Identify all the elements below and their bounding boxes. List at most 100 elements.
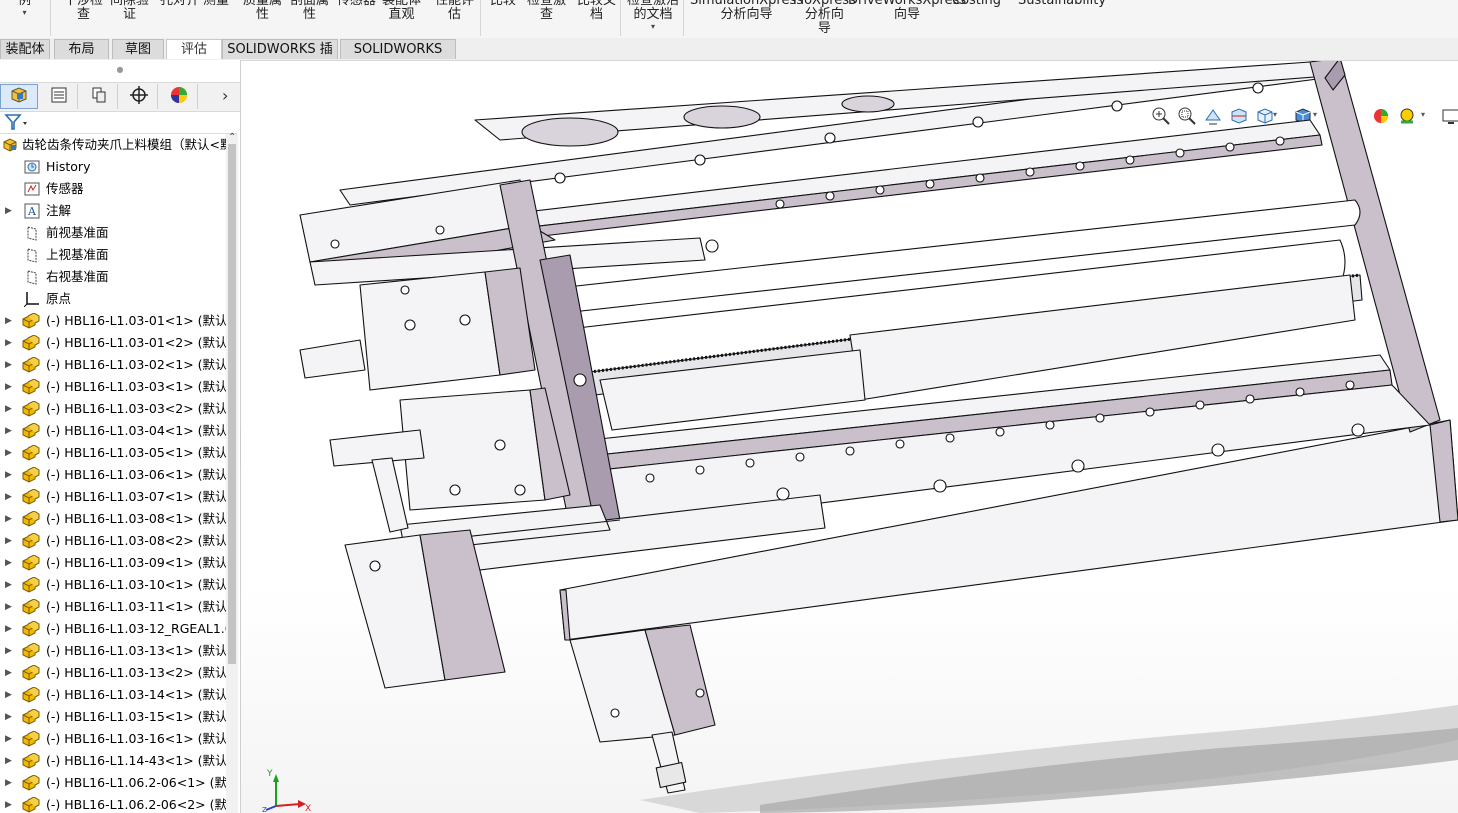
- expand-icon[interactable]: ▶: [5, 728, 12, 750]
- ribbon-button[interactable]: 传感器: [337, 0, 376, 8]
- part-icon: [22, 378, 40, 395]
- tree-item[interactable]: 右视基准面: [0, 266, 226, 288]
- tree-part-item[interactable]: ▶ (-) HBL16-L1.03-15<1> (默认<<: [0, 706, 226, 728]
- tree-part-item[interactable]: ▶ (-) HBL16-L1.03-06<1> (默认<<: [0, 464, 226, 486]
- tree-part-item[interactable]: ▶ (-) HBL16-L1.03-12_RGEAL1.0N: [0, 618, 226, 640]
- expand-icon[interactable]: ▶: [5, 618, 12, 640]
- tab-1[interactable]: 布局: [54, 39, 109, 59]
- dropdown-arrow-icon[interactable]: ▾: [18, 8, 31, 18]
- tree-item[interactable]: History: [0, 156, 226, 178]
- expand-icon[interactable]: ▶: [5, 794, 12, 813]
- tree-part-item[interactable]: ▶ (-) HBL16-L1.03-14<1> (默认<<: [0, 684, 226, 706]
- ribbon-button[interactable]: Costing: [952, 0, 1001, 8]
- scroll-up-icon[interactable]: ⌃: [228, 132, 236, 143]
- filter-icon[interactable]: [2, 111, 30, 133]
- expand-icon[interactable]: ▶: [5, 640, 12, 662]
- tree-item[interactable]: 前视基准面: [0, 222, 226, 244]
- ribbon-button[interactable]: 孔对齐: [160, 0, 199, 8]
- tree-part-item[interactable]: ▶ (-) HBL16-L1.03-10<1> (默认<<: [0, 574, 226, 596]
- tree-item[interactable]: 传感器: [0, 178, 226, 200]
- tree-part-item[interactable]: ▶ (-) HBL16-L1.03-08<1> (默认<<: [0, 508, 226, 530]
- expand-icon[interactable]: ▶: [5, 486, 12, 508]
- ribbon-button[interactable]: DriveWorksXpress 向导: [848, 0, 966, 22]
- tab-3[interactable]: 评估: [166, 39, 222, 59]
- tree-part-item[interactable]: ▶ (-) HBL16-L1.03-13<2> (默认<<: [0, 662, 226, 684]
- expand-icon[interactable]: ▶: [5, 354, 12, 376]
- ribbon-button[interactable]: 检查激活 的文档 ▾: [627, 0, 679, 32]
- expand-icon[interactable]: ▶: [5, 376, 12, 398]
- expand-icon[interactable]: ▶: [5, 508, 12, 530]
- ribbon-button[interactable]: SimulationXpress 分析向导: [690, 0, 803, 22]
- tree-part-item[interactable]: ▶ (-) HBL16-L1.03-09<1> (默认<<: [0, 552, 226, 574]
- expand-icon[interactable]: ▶: [5, 200, 12, 222]
- tab-5[interactable]: SOLIDWORKS MBD: [340, 39, 456, 77]
- part-icon: [22, 774, 40, 791]
- tree-part-item[interactable]: ▶ (-) HBL16-L1.14-43<1> (默认<<: [0, 750, 226, 772]
- panel-tab-2[interactable]: [80, 84, 118, 109]
- tree-part-item[interactable]: ▶ (-) HBL16-L1.03-16<1> (默认<<: [0, 728, 226, 750]
- tree-part-item[interactable]: ▶ (-) HBL16-L1.06.2-06<2> (默认<: [0, 794, 226, 813]
- expand-icon[interactable]: ▶: [5, 442, 12, 464]
- tree-part-item[interactable]: ▶ (-) HBL16-L1.03-08<2> (默认<<: [0, 530, 226, 552]
- panel-more-icon[interactable]: ›: [222, 86, 228, 105]
- ribbon-button[interactable]: 检查激 查: [527, 0, 566, 22]
- tree-part-item[interactable]: ▶ (-) HBL16-L1.03-01<1> (默认<<: [0, 310, 226, 332]
- panel-grip[interactable]: ●: [0, 60, 240, 82]
- tree-part-item[interactable]: ▶ (-) HBL16-L1.06.2-06<1> (默认<: [0, 772, 226, 794]
- ribbon-button[interactable]: 间隙验 证: [110, 0, 149, 22]
- expand-icon[interactable]: ▶: [5, 398, 12, 420]
- panel-tab-3[interactable]: [120, 84, 158, 109]
- expand-icon[interactable]: ▶: [5, 530, 12, 552]
- tree-item[interactable]: 上视基准面: [0, 244, 226, 266]
- tree-scrollbar[interactable]: ⌃: [226, 132, 238, 813]
- ribbon-button[interactable]: 干涉检 查: [64, 0, 103, 22]
- tree-part-item[interactable]: ▶ (-) HBL16-L1.03-04<1> (默认<<: [0, 420, 226, 442]
- expand-icon[interactable]: ▶: [5, 706, 12, 728]
- panel-tab-4[interactable]: [160, 84, 198, 109]
- tree-part-item[interactable]: ▶ (-) HBL16-L1.03-01<2> (默认<<: [0, 332, 226, 354]
- ribbon-button[interactable]: 剖面属 性: [290, 0, 329, 22]
- assembly-model[interactable]: [241, 61, 1458, 813]
- part-icon: [22, 466, 40, 483]
- ribbon-button[interactable]: 比较: [490, 0, 516, 8]
- ribbon-button[interactable]: Sustainability: [1018, 0, 1106, 8]
- panel-tabs: ›: [0, 82, 240, 112]
- expand-icon[interactable]: ▶: [5, 310, 12, 332]
- ribbon-button[interactable]: 质量属 性: [243, 0, 282, 22]
- ribbon-button[interactable]: 比较文 档: [577, 0, 616, 22]
- tree-part-item[interactable]: ▶ (-) HBL16-L1.03-03<1> (默认<<: [0, 376, 226, 398]
- expand-icon[interactable]: ▶: [5, 332, 12, 354]
- ribbon-button[interactable]: FloXpress 分析向 导: [793, 0, 856, 36]
- panel-tab-1[interactable]: [40, 84, 78, 109]
- tree-part-item[interactable]: ▶ (-) HBL16-L1.03-03<2> (默认<<: [0, 398, 226, 420]
- dropdown-arrow-icon[interactable]: ▾: [627, 22, 679, 32]
- graphics-area[interactable]: ▾▾▾▾▾: [241, 61, 1458, 813]
- tab-2[interactable]: 草图: [112, 39, 164, 59]
- expand-icon[interactable]: ▶: [5, 464, 12, 486]
- tree-item[interactable]: ▶ A 注解: [0, 200, 226, 222]
- tree-part-item[interactable]: ▶ (-) HBL16-L1.03-07<1> (默认<<: [0, 486, 226, 508]
- tab-0[interactable]: 装配体: [0, 39, 50, 59]
- expand-icon[interactable]: ▶: [5, 596, 12, 618]
- ribbon-button[interactable]: 装配体 直观: [382, 0, 421, 22]
- ribbon-button[interactable]: 性能评 估: [435, 0, 474, 22]
- expand-icon[interactable]: ▶: [5, 420, 12, 442]
- ribbon-button[interactable]: 例 ▾: [18, 0, 31, 18]
- tree-root[interactable]: 齿轮齿条传动夹爪上料模组（默认<默: [0, 134, 226, 156]
- expand-icon[interactable]: ▶: [5, 750, 12, 772]
- expand-icon[interactable]: ▶: [5, 552, 12, 574]
- tree-part-item[interactable]: ▶ (-) HBL16-L1.03-02<1> (默认<<: [0, 354, 226, 376]
- expand-icon[interactable]: ▶: [5, 662, 12, 684]
- tree-item[interactable]: 原点: [0, 288, 226, 310]
- tree-part-item[interactable]: ▶ (-) HBL16-L1.03-13<1> (默认<<: [0, 640, 226, 662]
- ribbon-button-label: 例: [18, 0, 32, 8]
- expand-icon[interactable]: ▶: [5, 772, 12, 794]
- panel-tab-0[interactable]: [0, 84, 38, 109]
- expand-icon[interactable]: ▶: [5, 574, 12, 596]
- tree-part-item[interactable]: ▶ (-) HBL16-L1.03-05<1> (默认<<: [0, 442, 226, 464]
- expand-icon[interactable]: ▶: [5, 684, 12, 706]
- scrollbar-thumb[interactable]: [228, 144, 236, 664]
- tree-part-item[interactable]: ▶ (-) HBL16-L1.03-11<1> (默认<<: [0, 596, 226, 618]
- ribbon-button[interactable]: 测量: [203, 0, 229, 8]
- tab-4[interactable]: SOLIDWORKS 插件: [222, 39, 338, 77]
